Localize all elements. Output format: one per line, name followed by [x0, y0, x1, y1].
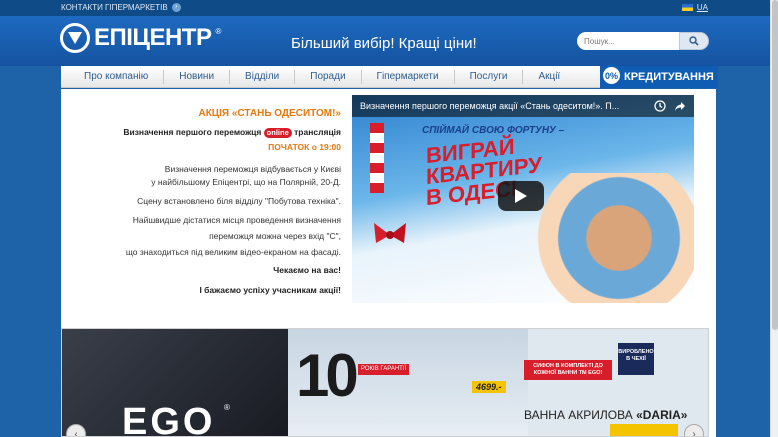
promo-line1-start: Визначення першого переможця	[123, 127, 262, 137]
registered-icon: ®	[215, 27, 222, 36]
promo-paragraph-1a: Визначення переможця відбувається у Києв…	[164, 164, 341, 174]
video-title[interactable]: Визначення першого переможця акції «Стан…	[352, 95, 694, 117]
nav-item-about[interactable]: Про компанію	[61, 69, 165, 84]
main-content: АКЦІЯ «СТАНЬ ОДЕСИТОМ!» Визначення першо…	[61, 89, 716, 437]
lighthouse-image	[370, 123, 384, 193]
online-badge: online	[263, 128, 292, 138]
search-button[interactable]	[679, 32, 709, 50]
promo-wait: Чекаємо на вас!	[273, 265, 341, 275]
top-bar: КОНТАКТИ ГІПЕРМАРКЕТІВ › UA	[0, 0, 778, 16]
promo-paragraph-3c: що знаходиться під великим відео-екраном…	[125, 247, 341, 257]
scrollbar-thumb[interactable]	[772, 0, 778, 330]
gift-bow-icon	[374, 223, 406, 243]
search-box	[577, 32, 709, 50]
arrow-icon: ›	[171, 3, 181, 12]
ego-logo: EGO	[122, 401, 216, 437]
credit-label: КРЕДИТУВАННЯ	[624, 71, 714, 83]
watch-later-icon[interactable]	[654, 100, 666, 112]
credit-button[interactable]: 0% КРЕДИТУВАННЯ	[600, 64, 718, 88]
contacts-label: КОНТАКТИ ГІПЕРМАРКЕТІВ	[61, 3, 168, 12]
video-player[interactable]: СПІЙМАЙ СВОЮ ФОРТУНУ – ВИГРАЙ КВАРТИРУ В…	[352, 95, 694, 303]
contacts-link[interactable]: КОНТАКТИ ГІПЕРМАРКЕТІВ ›	[61, 3, 181, 12]
banner-prev-button[interactable]: ‹	[66, 424, 86, 436]
search-icon	[689, 36, 699, 46]
promo-paragraph-3a: Найшвидше дістатися місця проведення виз…	[132, 215, 341, 225]
faucet-price: 4699.-	[472, 381, 506, 393]
logo[interactable]: ЕПІЦЕНТР ®	[60, 23, 221, 53]
zero-percent-icon: 0%	[600, 64, 623, 87]
promo-line1-end: трансляція	[294, 127, 341, 137]
video-tagline: СПІЙМАЙ СВОЮ ФОРТУНУ –	[422, 125, 565, 136]
logo-mark-icon	[60, 23, 90, 53]
warranty-years: 10	[296, 342, 359, 409]
promo-wish: І бажаємо успіху учасникам акції!	[199, 285, 341, 295]
promo-online-line: Визначення першого переможця online тран…	[123, 127, 341, 138]
nav-item-tips[interactable]: Поради	[295, 69, 362, 84]
promo-paragraph-3b: переможця можна через вхід "С",	[209, 231, 341, 241]
share-icon[interactable]	[674, 100, 686, 112]
header: ЕПІЦЕНТР ® Більший вибір! Кращі ціни!	[0, 16, 778, 66]
nav-item-promotions[interactable]: Акції	[523, 70, 575, 84]
bath-title: ВАННА АКРИЛОВА «DARIA»	[524, 408, 687, 422]
nav-item-departments[interactable]: Відділи	[230, 69, 296, 84]
promo-title: АКЦІЯ «СТАНЬ ОДЕСИТОМ!»	[198, 108, 341, 119]
logo-text: ЕПІЦЕНТР	[94, 24, 212, 51]
slogan: Більший вибір! Кращі ціни!	[291, 35, 477, 52]
bath-name: «DARIA»	[636, 408, 688, 422]
nav-item-news[interactable]: Новини	[164, 69, 231, 84]
nav-item-hypermarkets[interactable]: Гіпермаркети	[362, 69, 455, 84]
language-switch[interactable]: UA	[681, 3, 708, 12]
video-controls	[654, 100, 686, 112]
warranty-badge: РОКІВ ГАРАНТІЇ	[358, 364, 410, 375]
ukraine-flag-icon	[681, 4, 693, 11]
banner-next-button[interactable]: ›	[684, 424, 704, 436]
bath-label: ВАННА АКРИЛОВА	[524, 408, 633, 422]
registered-icon: ®	[224, 403, 230, 412]
play-button[interactable]	[498, 181, 544, 211]
page-scrollbar[interactable]	[770, 0, 778, 437]
promo-banner[interactable]: EGO ® 10 РОКІВ ГАРАНТІЇ 4699.- СИФОН В К…	[61, 328, 709, 437]
video-title-text: Визначення першого переможця акції «Стан…	[360, 101, 620, 111]
bath-price-tag	[610, 424, 678, 436]
nav-item-services[interactable]: Послуги	[455, 69, 524, 84]
promo-paragraph-1b: у найбільшому Епіцентрі, що на Полярній,…	[151, 177, 341, 187]
promo-start-time: ПОЧАТОК о 19:00	[268, 142, 341, 152]
made-in-czech-badge: ВИРОБЛЕНО В ЧЕХІЇ	[618, 343, 654, 375]
siphon-badge: СИФОН В КОМПЛЕКТІ ДО КОЖНОЇ ВАННИ ТМ EGO…	[524, 360, 612, 380]
language-label: UA	[696, 3, 708, 12]
search-input[interactable]	[577, 32, 681, 50]
promo-paragraph-2: Сцену встановлено біля відділу "Побутова…	[137, 196, 341, 206]
